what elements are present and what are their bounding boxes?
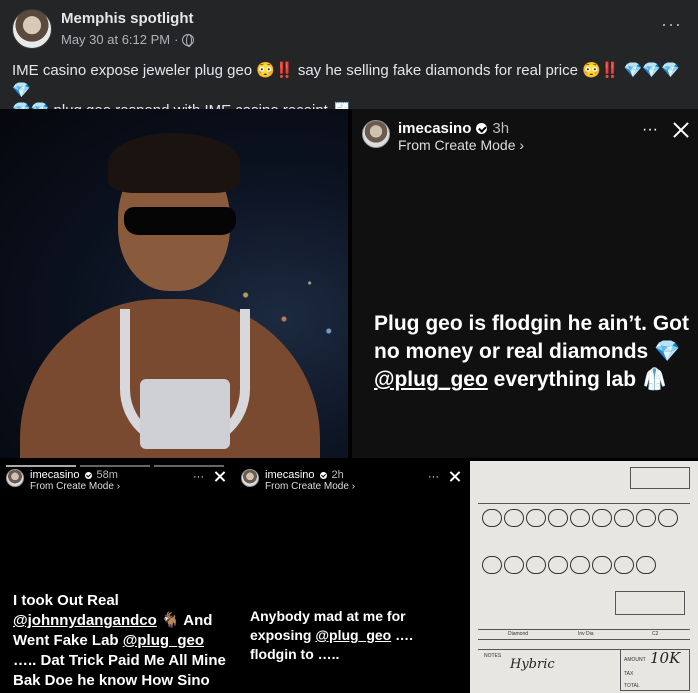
tooth-diagram [658, 509, 678, 527]
story-more-button[interactable]: ··· [193, 471, 204, 483]
tooth-diagram [526, 556, 546, 574]
story-controls: ··· [428, 470, 461, 483]
close-icon[interactable] [672, 120, 690, 140]
story-text-part: I took Out Real [13, 592, 119, 609]
tooth-diagram [548, 509, 568, 527]
story-mode-link[interactable]: From Create Mode › [30, 481, 120, 492]
story-text: Plug geo is flodgin he ain’t. Got no mon… [374, 310, 690, 394]
story-username[interactable]: imecasino [30, 469, 80, 481]
story-avatar[interactable] [362, 120, 390, 148]
page-name[interactable]: Memphis spotlight [61, 10, 194, 27]
story-tile-middle[interactable]: imecasino 2h From Create Mode › ··· Anyb… [235, 461, 467, 693]
story-more-button[interactable]: ··· [642, 121, 658, 139]
sunglasses [124, 207, 236, 235]
story-progress [6, 465, 76, 467]
story-header: imecasino 3h From Create Mode › [362, 120, 524, 153]
story-controls: ··· [642, 120, 690, 140]
photo-tile[interactable] [0, 109, 348, 458]
receipt-total-label: TOTAL [624, 683, 640, 689]
story-text: Anybody mad at me for exposing @plug_geo… [250, 607, 460, 664]
receipt-tax-label: TAX [624, 671, 634, 677]
story-username-row: imecasino 2h [265, 469, 355, 481]
tooth-diagram [636, 509, 656, 527]
receipt-rule [478, 629, 690, 630]
handwritten-note: Hybric [510, 657, 555, 672]
story-avatar[interactable] [241, 469, 259, 487]
verified-icon [84, 471, 92, 479]
receipt-rule [478, 503, 690, 504]
chain-pendant [140, 379, 230, 449]
mention-link[interactable]: @plug_geo [374, 368, 488, 391]
story-header: imecasino 58m From Create Mode › [6, 469, 120, 492]
close-icon[interactable] [449, 470, 461, 483]
tooth-diagram [570, 509, 590, 527]
story-text: I took Out Real @johnnydangandco 🐐 And W… [13, 591, 228, 693]
story-progress [80, 465, 150, 467]
story-username[interactable]: imecasino [265, 469, 315, 481]
story-username[interactable]: imecasino [398, 120, 471, 137]
story-progress [154, 465, 224, 467]
tooth-diagram [548, 556, 568, 574]
tooth-diagram [482, 509, 502, 527]
verified-icon [319, 471, 327, 479]
tooth-diagram [504, 556, 524, 574]
story-time: 58m [96, 469, 118, 481]
post-date[interactable]: May 30 at 6:12 PM [61, 32, 170, 47]
tooth-diagram [614, 509, 634, 527]
receipt-photo-tile[interactable]: Diamond Inv Dia C2 NOTES Hybric AMOUNT 1… [470, 461, 698, 693]
story-username-row: imecasino 58m [30, 469, 120, 481]
receipt-amount-label: AMOUNT [624, 657, 646, 663]
story-text-part: Plug geo is flodgin he ain’t. Got no mon… [374, 312, 689, 363]
receipt-notes-label: NOTES [484, 653, 502, 659]
tooth-diagram [636, 556, 656, 574]
story-mode-link[interactable]: From Create Mode › [265, 481, 355, 492]
story-controls: ··· [193, 470, 226, 483]
receipt-header-box [630, 467, 690, 489]
tooth-diagram [570, 556, 590, 574]
verified-icon [476, 123, 488, 134]
story-text-part: ….. Dat Trick Paid Me All Mine Bak Doe h… [13, 652, 226, 693]
tooth-diagram [592, 509, 612, 527]
tooth-diagram [482, 556, 502, 574]
post-media-grid[interactable]: imecasino 3h From Create Mode › ··· Plug… [0, 109, 698, 693]
story-header: imecasino 2h From Create Mode › [241, 469, 355, 492]
tooth-diagram [614, 556, 634, 574]
tooth-diagram [592, 556, 612, 574]
close-icon[interactable] [214, 470, 226, 483]
story-text-part: everything lab 🥼 [487, 368, 669, 391]
globe-icon [182, 33, 195, 47]
story-avatar[interactable] [6, 469, 24, 487]
page-avatar[interactable] [12, 9, 52, 49]
caption-text: IME casino expose jeweler plug geo 😳‼️ s… [12, 62, 624, 79]
more-options-button[interactable]: ··· [661, 14, 682, 35]
receipt-col-label: Inv Dia [578, 631, 594, 637]
tooth-diagram [526, 509, 546, 527]
story-tile-main[interactable]: imecasino 3h From Create Mode › ··· Plug… [352, 109, 698, 458]
story-mode-link[interactable]: From Create Mode › [398, 137, 524, 153]
receipt-col-label: C2 [652, 631, 659, 637]
story-tile-left[interactable]: imecasino 58m From Create Mode › ··· I t… [0, 461, 232, 693]
mention-link[interactable]: @johnnydangandco [13, 612, 157, 629]
mention-link[interactable]: @plug_geo [315, 627, 391, 643]
person-hair [108, 133, 240, 193]
story-time: 2h [331, 469, 344, 481]
amount-value: 10K [650, 649, 681, 667]
receipt-checkbox-area [615, 591, 685, 615]
mention-link[interactable]: @plug_geo [123, 632, 204, 649]
story-time: 3h [492, 120, 510, 137]
meta-separator: · [174, 32, 179, 47]
receipt-col-label: Diamond [508, 631, 529, 637]
tooth-diagram [504, 509, 524, 527]
post-header: Memphis spotlight May 30 at 6:12 PM · ··… [0, 0, 698, 56]
story-username-row: imecasino 3h [398, 120, 524, 137]
story-more-button[interactable]: ··· [428, 471, 439, 483]
receipt-rule [478, 639, 690, 640]
post-meta: May 30 at 6:12 PM · [61, 32, 195, 47]
